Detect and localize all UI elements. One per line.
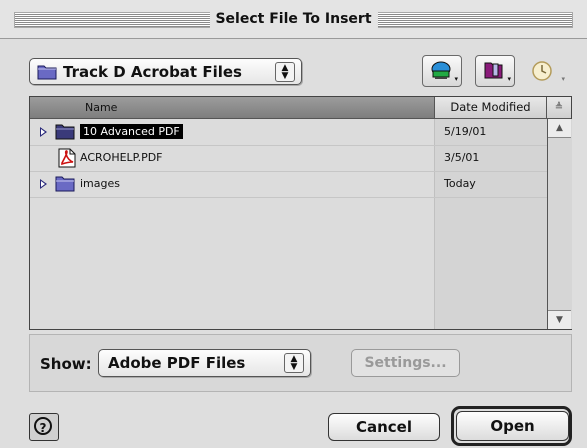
open-button[interactable]: Open xyxy=(456,411,569,441)
file-list[interactable]: Name Date Modified ≜ 10 Advanced PDF 5/1… xyxy=(29,96,572,330)
file-type-value: Adobe PDF Files xyxy=(108,354,246,372)
pdf-file-icon xyxy=(58,148,76,172)
shortcuts-button[interactable]: ▾ xyxy=(422,55,462,87)
dropdown-caret-icon: ▾ xyxy=(507,75,511,83)
file-date: 3/5/01 xyxy=(444,151,480,164)
popup-arrows-icon: ▲ ▼ xyxy=(275,61,295,82)
folder-icon xyxy=(55,122,75,144)
settings-button[interactable]: Settings... xyxy=(351,349,460,377)
file-date: Today xyxy=(444,177,476,190)
recent-icon xyxy=(532,61,552,81)
file-rows: 10 Advanced PDF 5/19/01 ACROHELP.PDF 3/5… xyxy=(30,119,548,329)
vertical-scrollbar[interactable]: ▲ ▼ xyxy=(547,119,572,329)
recent-button[interactable]: ▾ xyxy=(527,58,567,86)
cancel-button[interactable]: Cancel xyxy=(328,413,440,441)
help-icon: ? xyxy=(34,417,52,435)
sort-direction-icon[interactable]: ≜ xyxy=(547,97,571,118)
scroll-down-arrow-icon[interactable]: ▼ xyxy=(548,310,571,329)
list-header: Name Date Modified ≜ xyxy=(30,97,571,119)
favorites-button[interactable]: ▾ xyxy=(475,55,515,87)
show-label: Show: xyxy=(40,355,92,373)
list-item[interactable]: ACROHELP.PDF 3/5/01 xyxy=(30,145,547,172)
name-column-header[interactable]: Name xyxy=(30,97,434,118)
favorites-icon xyxy=(484,62,503,79)
folder-location-popup[interactable]: Track D Acrobat Files ▲ ▼ xyxy=(29,58,302,85)
file-name: images xyxy=(80,177,120,190)
dropdown-caret-icon: ▾ xyxy=(561,75,565,83)
disclosure-triangle-icon[interactable] xyxy=(40,127,47,137)
help-button[interactable]: ? xyxy=(29,413,59,441)
title-bar[interactable]: Select File To Insert xyxy=(0,0,587,39)
disclosure-triangle-icon[interactable] xyxy=(40,179,47,189)
popup-arrows-icon: ▲ ▼ xyxy=(284,353,304,373)
scroll-up-arrow-icon[interactable]: ▲ xyxy=(548,119,571,138)
date-modified-column-header[interactable]: Date Modified xyxy=(434,97,547,118)
file-type-popup[interactable]: Adobe PDF Files ▲ ▼ xyxy=(98,349,311,377)
file-name: 10 Advanced PDF xyxy=(80,124,183,139)
current-folder-label: Track D Acrobat Files xyxy=(63,62,242,81)
shortcuts-icon xyxy=(431,61,451,79)
list-item[interactable]: images Today xyxy=(30,171,547,198)
folder-icon xyxy=(55,174,75,196)
list-item[interactable]: 10 Advanced PDF 5/19/01 xyxy=(30,119,547,146)
file-name: ACROHELP.PDF xyxy=(80,151,163,164)
file-date: 5/19/01 xyxy=(444,125,487,138)
window-title: Select File To Insert xyxy=(209,10,378,28)
folder-icon xyxy=(37,63,57,80)
dropdown-caret-icon: ▾ xyxy=(454,75,458,83)
